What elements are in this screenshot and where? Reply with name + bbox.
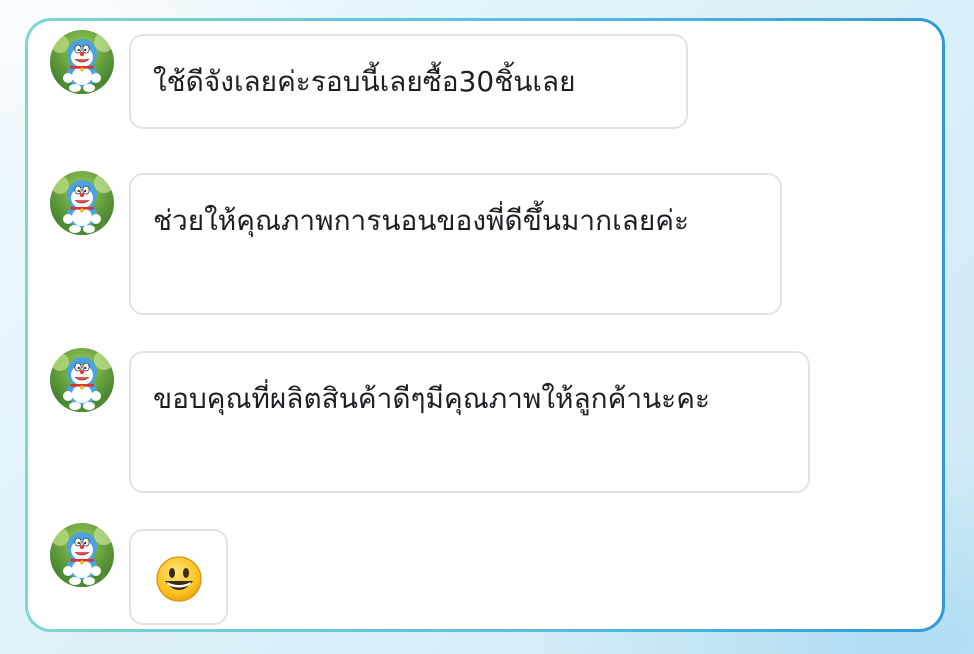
message-text-1: ใช้ดีจังเลยค่ะรอบนี้เลยซื้อ30ชิ้นเลย xyxy=(153,65,576,98)
message-bubble-1: ใช้ดีจังเลยค่ะรอบนี้เลยซื้อ30ชิ้นเลย xyxy=(129,34,688,129)
review-screenshot-card: ใช้ดีจังเลยค่ะรอบนี้เลยซื้อ30ชิ้นเลย ช่ว… xyxy=(25,18,945,632)
smiling-face-emoji-icon xyxy=(156,556,202,602)
message-bubble-2: ช่วยให้คุณภาพการนอนของพี่ดีขึ้นมากเลยค่ะ xyxy=(129,173,782,315)
message-bubble-4 xyxy=(129,529,228,625)
doraemon-avatar-icon[interactable] xyxy=(50,171,114,235)
doraemon-avatar-icon[interactable] xyxy=(50,30,114,94)
doraemon-avatar-icon[interactable] xyxy=(50,523,114,587)
doraemon-avatar-icon[interactable] xyxy=(50,348,114,412)
message-bubble-3: ขอบคุณที่ผลิตสินค้าดีๆมีคุณภาพให้ลูกค้าน… xyxy=(129,351,810,493)
message-text-2: ช่วยให้คุณภาพการนอนของพี่ดีขึ้นมากเลยค่ะ xyxy=(153,204,690,237)
message-text-3: ขอบคุณที่ผลิตสินค้าดีๆมีคุณภาพให้ลูกค้าน… xyxy=(153,382,710,415)
